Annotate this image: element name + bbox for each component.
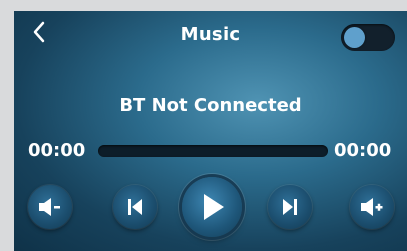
bluetooth-toggle[interactable] xyxy=(341,24,395,51)
next-track-icon xyxy=(283,199,297,215)
play-button[interactable] xyxy=(182,177,242,237)
volume-up-icon xyxy=(361,198,383,216)
music-screen: Music BT Not Connected 00:00 00:00 xyxy=(14,11,407,251)
connection-status: BT Not Connected xyxy=(119,95,302,116)
volume-down-icon xyxy=(39,198,60,216)
previous-track-button[interactable] xyxy=(113,185,157,229)
play-icon xyxy=(204,194,224,220)
elapsed-time: 00:00 xyxy=(28,140,86,161)
previous-track-icon xyxy=(128,199,142,215)
volume-down-button[interactable] xyxy=(28,185,72,229)
volume-up-button[interactable] xyxy=(350,185,394,229)
total-time: 00:00 xyxy=(334,140,392,161)
next-track-button[interactable] xyxy=(268,185,312,229)
progress-slider[interactable] xyxy=(98,145,328,157)
toggle-knob xyxy=(344,27,365,48)
